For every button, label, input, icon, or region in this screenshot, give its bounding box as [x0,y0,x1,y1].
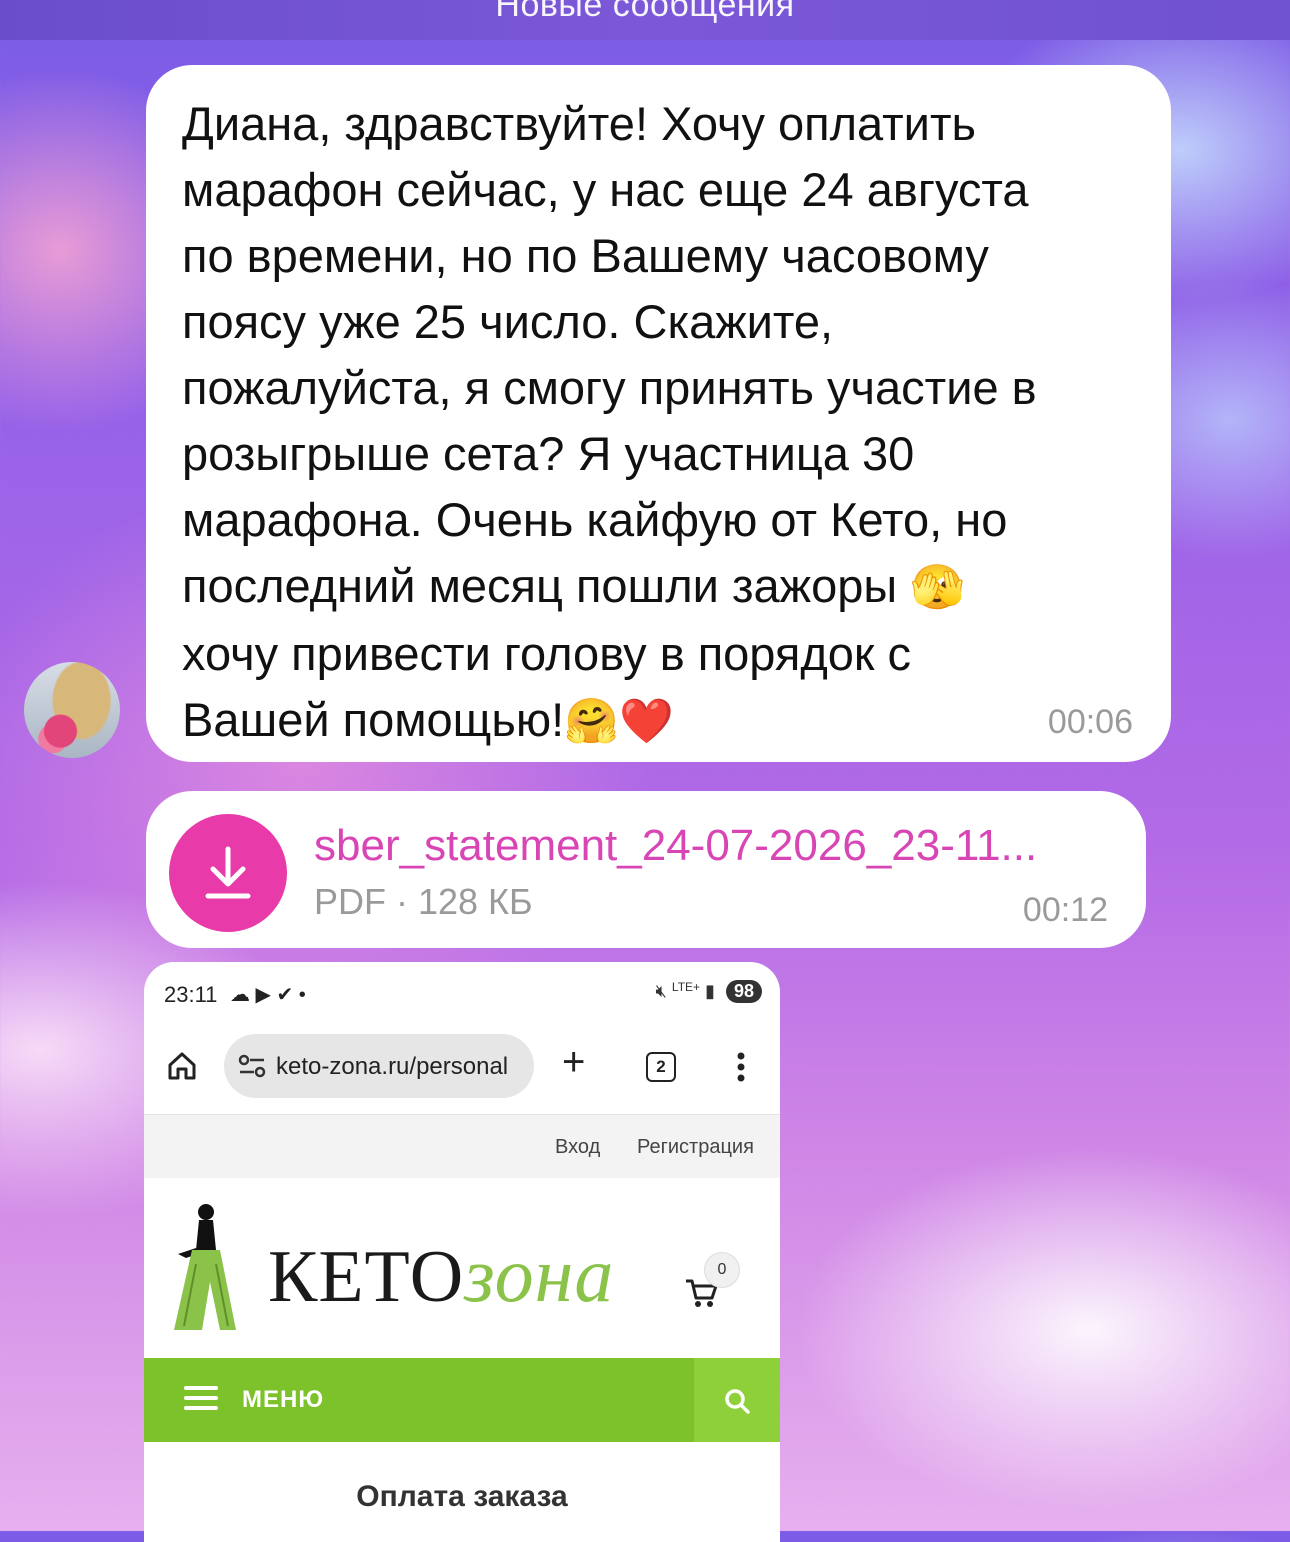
sender-avatar[interactable] [24,662,120,758]
new-messages-title: Новые сообщения [495,0,795,24]
message-image-screenshot[interactable]: 23:11 ☁ ▶ ✔ • 🔇︎ LTE+ ▮ 98 keto-zona.ru/… [144,962,780,1542]
message-bubble-file[interactable]: sber_statement_24-07-2026_23-11... PDF ·… [146,791,1146,948]
status-right: 🔇︎ LTE+ ▮ 98 [656,980,762,1003]
address-bar: keto-zona.ru/personal [224,1034,534,1098]
new-messages-banner: Новые сообщения [0,0,1290,40]
logo-main: КЕТО [268,1236,465,1318]
site-settings-icon [238,1054,266,1078]
file-meta: PDF · 128 КБ [314,881,533,922]
site-logo-text: КЕТОзона [268,1230,614,1320]
mute-icon: 🔇︎ [655,981,667,1001]
emoji-heart: ❤️ [618,696,674,747]
site-logo-area: КЕТОзона 0 [144,1178,780,1358]
search-icon [725,1389,750,1414]
site-search [694,1358,780,1442]
logo-figure-icon [174,1204,236,1330]
download-button[interactable] [169,814,287,932]
login-link: Вход [555,1136,601,1158]
register-link: Регистрация [637,1136,754,1158]
network-label: LTE+ [671,980,701,994]
download-icon [205,846,251,899]
status-time: 23:11 [164,982,218,1007]
message-text: Диана, здравствуйте! Хочу оплатить мараф… [182,91,1142,755]
message-time: 00:06 [1047,703,1133,741]
signal-icon: ▮ [705,981,715,1001]
message-time: 00:12 [1022,891,1108,929]
emoji-hug: 🤗 [564,696,619,747]
tab-count-icon: 2 [646,1052,676,1082]
status-icons: ☁ ▶ ✔ • [230,984,306,1006]
hamburger-icon [184,1386,218,1410]
more-menu-icon [737,1052,745,1082]
cart-count-badge: 0 [704,1252,740,1288]
auth-bar: Вход Регистрация [144,1114,780,1179]
menu-label: МЕНЮ [242,1386,325,1413]
emoji-peeking: 🫣 [910,562,966,613]
new-tab-icon: + [562,1040,586,1084]
battery-indicator: 98 [725,980,762,1003]
file-name[interactable]: sber_statement_24-07-2026_23-11... [314,821,1037,871]
page-heading: Оплата заказа [356,1480,568,1513]
message-text-part1: Диана, здравствуйте! Хочу оплатить мараф… [182,97,1037,612]
message-text-part2: хочу привести голову в порядок с Вашей п… [182,627,912,746]
message-bubble-text[interactable]: Диана, здравствуйте! Хочу оплатить мараф… [146,65,1171,762]
home-icon [168,1052,196,1080]
url-text: keto-zona.ru/personal [276,1053,509,1080]
logo-accent: зона [464,1231,615,1318]
site-menu-bar: МЕНЮ [144,1358,780,1442]
